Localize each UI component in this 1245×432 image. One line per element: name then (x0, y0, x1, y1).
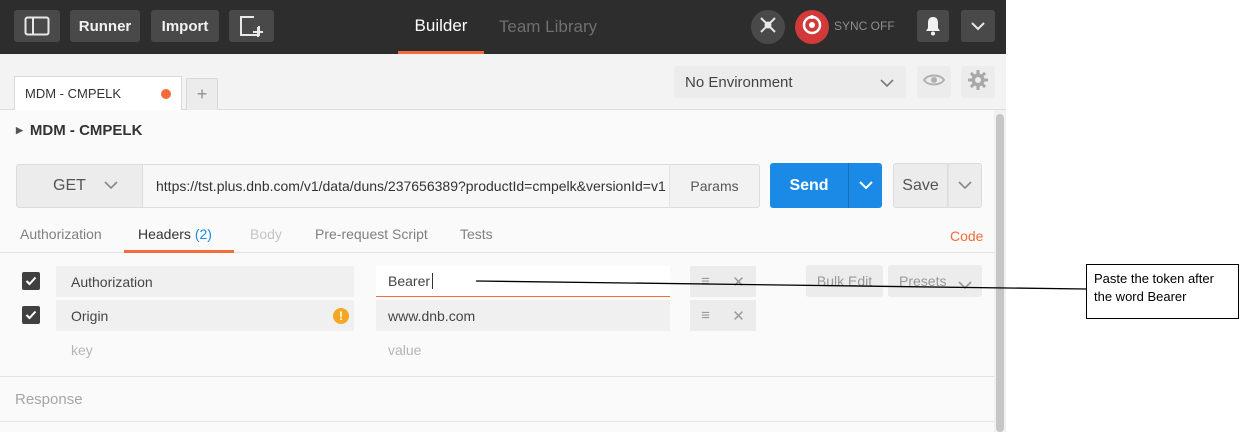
annotation-leader-line (475, 280, 1087, 290)
annotation-line-2: the word Bearer (1094, 289, 1187, 304)
annotation-line-1: Paste the token after (1094, 271, 1214, 286)
annotation-callout: Paste the token after the word Bearer (1086, 264, 1239, 319)
